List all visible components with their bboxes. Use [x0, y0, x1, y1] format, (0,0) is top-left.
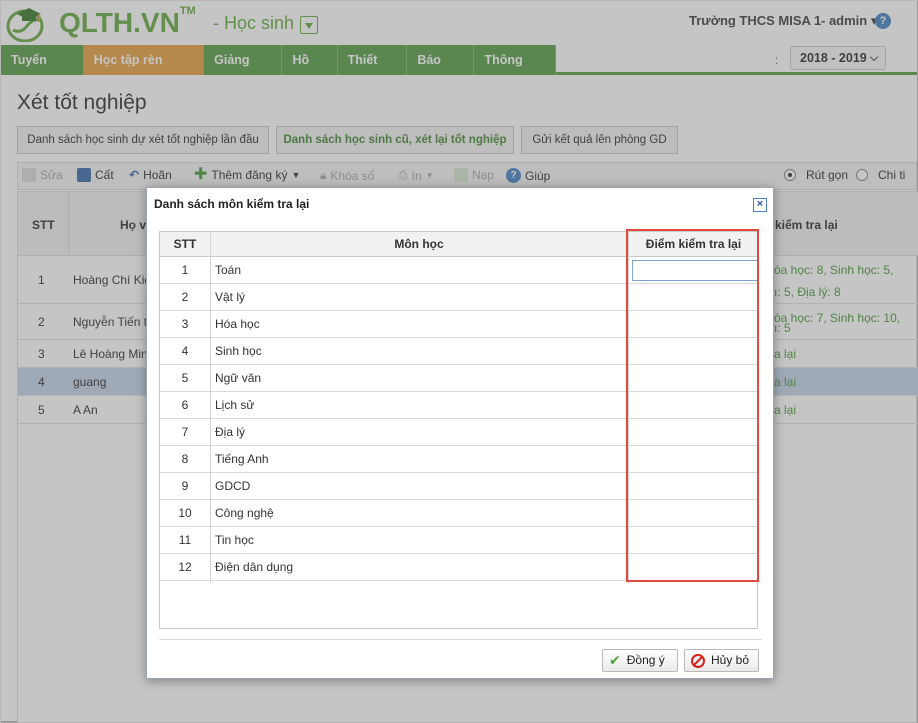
- subject-stt: 12: [178, 560, 192, 574]
- subject-name: Sinh học: [215, 344, 262, 358]
- subject-name: GDCD: [215, 479, 251, 493]
- subject-name: Công nghệ: [215, 506, 274, 520]
- subject-row[interactable]: 3 Hóa học: [160, 311, 759, 338]
- cancel-circle-icon: [691, 653, 705, 668]
- retake-subjects-dialog: Danh sách môn kiểm tra lại × STT Môn học…: [146, 187, 774, 679]
- subject-name: Tin học: [215, 533, 254, 547]
- ok-button[interactable]: ✔ Đồng ý: [602, 649, 678, 672]
- subject-stt: 8: [181, 452, 189, 466]
- subject-stt: 9: [181, 479, 189, 493]
- retake-score-cell[interactable]: [630, 338, 758, 365]
- subject-row[interactable]: 7 Địa lý: [160, 419, 759, 446]
- subject-name: Vật lý: [215, 290, 246, 304]
- retake-score-cell[interactable]: [630, 554, 758, 581]
- grid-divider: [210, 232, 211, 583]
- close-icon[interactable]: ×: [753, 198, 767, 212]
- retake-score-input[interactable]: [632, 260, 758, 281]
- retake-score-cell[interactable]: [630, 284, 758, 311]
- retake-score-cell[interactable]: [630, 392, 758, 419]
- subject-stt: 3: [181, 317, 189, 331]
- subject-name: Lịch sử: [215, 398, 255, 412]
- subject-stt: 2: [181, 290, 189, 304]
- subject-row[interactable]: 12 Điện dân dụng: [160, 554, 759, 581]
- subject-name: Địa lý: [215, 425, 246, 439]
- subject-row[interactable]: 6 Lịch sử: [160, 392, 759, 419]
- subject-stt: 1: [181, 263, 189, 277]
- subject-row[interactable]: 5 Ngữ văn: [160, 365, 759, 392]
- subject-stt: 11: [178, 533, 192, 547]
- subject-name: Điện dân dụng: [215, 560, 294, 574]
- checkmark-icon: ✔: [609, 652, 621, 668]
- subject-row[interactable]: 2 Vật lý: [160, 284, 759, 311]
- cancel-label: Hủy bỏ: [711, 653, 750, 667]
- subject-row[interactable]: 1 Toán: [160, 257, 759, 284]
- cancel-button[interactable]: Hủy bỏ: [684, 649, 759, 672]
- app-window: QLTH.VN TM - Học sinh Trường THCS MISA 1…: [0, 0, 918, 723]
- subject-row[interactable]: 11 Tin học: [160, 527, 759, 554]
- subject-stt: 5: [181, 371, 189, 385]
- subject-stt: 10: [178, 506, 192, 520]
- retake-score-cell[interactable]: [630, 311, 758, 338]
- subjects-grid: STT Môn học Điểm kiểm tra lại 1 Toán 2 Vật …: [159, 231, 759, 629]
- subject-name: Tiếng Anh: [215, 452, 269, 466]
- subject-stt: 4: [181, 344, 189, 358]
- retake-score-cell[interactable]: [630, 500, 758, 527]
- subject-name: Toán: [215, 263, 242, 277]
- ok-label: Đồng ý: [626, 653, 665, 667]
- retake-score-cell[interactable]: [630, 473, 758, 500]
- subject-row[interactable]: 9 GDCD: [160, 473, 759, 500]
- subject-name: Hóa học: [215, 317, 260, 331]
- retake-score-cell[interactable]: [630, 365, 758, 392]
- retake-score-cell[interactable]: [630, 446, 758, 473]
- grid-header: STT Môn học Điểm kiểm tra lại: [160, 232, 759, 257]
- retake-score-cell[interactable]: [630, 419, 758, 446]
- subject-row[interactable]: 8 Tiếng Anh: [160, 446, 759, 473]
- subject-name: Ngữ văn: [215, 371, 262, 385]
- subject-row[interactable]: 10 Công nghệ: [160, 500, 759, 527]
- subject-stt: 6: [181, 398, 189, 412]
- subject-stt: 7: [181, 425, 189, 439]
- retake-score-cell[interactable]: [630, 527, 758, 554]
- dialog-title: Danh sách môn kiểm tra lại: [154, 197, 310, 211]
- column-stt: STT: [173, 237, 197, 251]
- subject-row[interactable]: 4 Sinh học: [160, 338, 759, 365]
- column-subject: Môn học: [394, 237, 444, 251]
- grid-divider: [628, 232, 629, 583]
- dialog-separator: [159, 639, 762, 640]
- column-retake-score: Điểm kiểm tra lại: [645, 237, 742, 251]
